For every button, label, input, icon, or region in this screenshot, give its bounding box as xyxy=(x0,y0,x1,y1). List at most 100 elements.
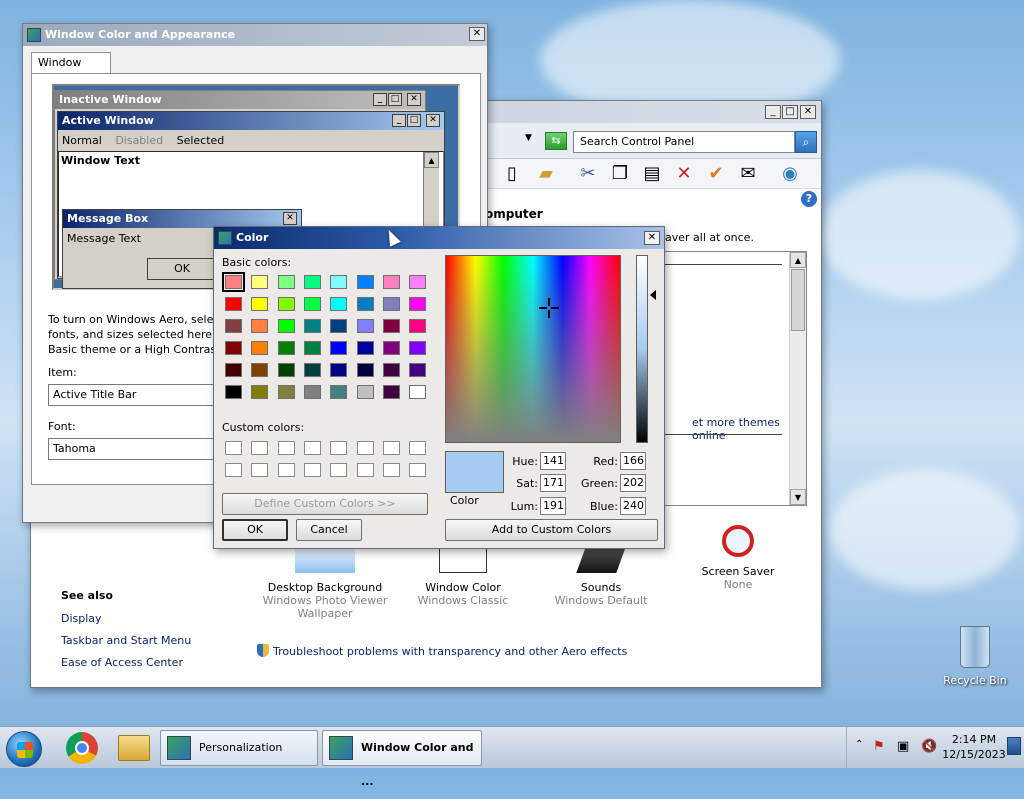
basic-color-swatch[interactable] xyxy=(356,319,374,333)
basic-color-swatch[interactable] xyxy=(251,275,269,289)
theme-list-scrollbar[interactable]: ▲ ▼ xyxy=(789,252,806,505)
basic-color-swatch[interactable] xyxy=(409,341,427,355)
copy-icon[interactable]: ❐ xyxy=(609,163,631,185)
show-desktop-button[interactable] xyxy=(1007,737,1021,755)
basic-color-swatch[interactable] xyxy=(277,297,295,311)
basic-color-swatch[interactable] xyxy=(251,341,269,355)
basic-color-swatch[interactable] xyxy=(303,341,321,355)
basic-color-swatch[interactable] xyxy=(277,275,295,289)
basic-color-swatch[interactable] xyxy=(356,363,374,377)
custom-color-swatch[interactable] xyxy=(409,463,427,477)
custom-color-swatch[interactable] xyxy=(356,463,374,477)
basic-color-swatch[interactable] xyxy=(409,385,427,399)
basic-color-swatch[interactable] xyxy=(222,272,245,292)
network-icon[interactable]: ▣ xyxy=(897,739,909,754)
custom-color-swatch[interactable] xyxy=(382,441,400,455)
volume-muted-icon[interactable]: 🔇 xyxy=(921,739,937,754)
desktop-background-tile[interactable]: Desktop Background Windows Photo Viewer … xyxy=(255,549,395,620)
custom-color-swatch[interactable] xyxy=(303,441,321,455)
cut-icon[interactable]: ✂ xyxy=(577,163,599,185)
basic-color-swatch[interactable] xyxy=(330,385,348,399)
basic-color-swatch[interactable] xyxy=(330,275,348,289)
basic-color-swatch[interactable] xyxy=(303,385,321,399)
custom-color-swatch[interactable] xyxy=(382,463,400,477)
add-to-custom-colors-button[interactable]: Add to Custom Colors xyxy=(445,519,658,541)
basic-color-swatch[interactable] xyxy=(225,319,242,333)
basic-color-swatch[interactable] xyxy=(277,363,295,377)
luminosity-slider[interactable] xyxy=(636,255,648,443)
basic-color-swatch[interactable] xyxy=(330,363,348,377)
basic-color-swatch[interactable] xyxy=(303,297,321,311)
maximize-button[interactable]: □ xyxy=(782,105,798,119)
custom-color-swatch[interactable] xyxy=(251,463,269,477)
lum-field[interactable]: 191 xyxy=(540,497,566,515)
custom-color-swatch[interactable] xyxy=(251,441,269,455)
mail-icon[interactable]: ✉ xyxy=(737,163,759,185)
basic-color-swatch[interactable] xyxy=(225,297,242,311)
delete-icon[interactable]: ✕ xyxy=(673,163,695,185)
red-field[interactable]: 166 xyxy=(620,452,646,470)
basic-color-swatch[interactable] xyxy=(303,319,321,333)
basic-color-swatch[interactable] xyxy=(225,363,242,377)
basic-color-swatch[interactable] xyxy=(277,319,295,333)
start-button[interactable] xyxy=(6,731,42,767)
screen-saver-tile[interactable]: Screen Saver None xyxy=(668,525,808,591)
basic-color-swatch[interactable] xyxy=(251,385,269,399)
search-input[interactable]: Search Control Panel xyxy=(573,131,795,153)
basic-color-swatch[interactable] xyxy=(409,319,427,333)
luminosity-arrow-icon[interactable] xyxy=(650,290,656,300)
recycle-bin[interactable]: Recycle Bin xyxy=(940,626,1010,687)
taskbar-item-window-color[interactable]: Window Color and ... xyxy=(322,730,482,788)
help-icon[interactable]: ? xyxy=(801,191,817,207)
basic-color-swatch[interactable] xyxy=(382,341,400,355)
show-hidden-icons-icon[interactable]: ⌃ xyxy=(855,739,863,750)
display-link[interactable]: Display xyxy=(61,612,191,625)
taskbar-start-menu-link[interactable]: Taskbar and Start Menu xyxy=(61,634,191,647)
explorer-icon[interactable] xyxy=(118,735,150,761)
window-color-tile[interactable]: Window Color Windows Classic xyxy=(393,549,533,607)
basic-color-swatch[interactable] xyxy=(330,319,348,333)
search-button[interactable]: ⌕ xyxy=(795,131,817,153)
basic-color-swatch[interactable] xyxy=(251,319,269,333)
basic-color-swatch[interactable] xyxy=(303,275,321,289)
taskbar-item-personalization[interactable]: Personalization xyxy=(160,730,318,766)
basic-color-swatch[interactable] xyxy=(409,363,427,377)
close-button[interactable]: ✕ xyxy=(644,231,660,245)
basic-color-swatch[interactable] xyxy=(251,297,269,311)
basic-color-swatch[interactable] xyxy=(382,363,400,377)
basic-color-swatch[interactable] xyxy=(356,297,374,311)
sat-field[interactable]: 171 xyxy=(540,474,566,492)
basic-color-swatch[interactable] xyxy=(303,363,321,377)
basic-color-swatch[interactable] xyxy=(409,275,427,289)
basic-color-swatch[interactable] xyxy=(277,341,295,355)
basic-color-swatch[interactable] xyxy=(356,275,374,289)
custom-color-swatch[interactable] xyxy=(277,463,295,477)
custom-color-swatch[interactable] xyxy=(330,441,348,455)
basic-color-swatch[interactable] xyxy=(356,341,374,355)
basic-color-swatch[interactable] xyxy=(277,385,295,399)
green-field[interactable]: 202 xyxy=(620,474,646,492)
basic-color-swatch[interactable] xyxy=(382,319,400,333)
basic-color-swatch[interactable] xyxy=(382,297,400,311)
clock[interactable]: 2:14 PM 12/15/2023 xyxy=(939,732,1009,762)
custom-color-swatch[interactable] xyxy=(356,441,374,455)
chrome-icon[interactable] xyxy=(66,732,98,764)
scroll-up-button[interactable]: ▲ xyxy=(790,252,806,268)
custom-color-swatch[interactable] xyxy=(303,463,321,477)
scroll-down-button[interactable]: ▼ xyxy=(790,489,806,505)
custom-color-swatch[interactable] xyxy=(330,463,348,477)
ease-of-access-link[interactable]: Ease of Access Center xyxy=(61,656,191,669)
custom-color-swatch[interactable] xyxy=(225,463,242,477)
network-icon[interactable]: ◉ xyxy=(779,163,801,185)
paste-icon[interactable]: ▤ xyxy=(641,163,663,185)
document-icon[interactable]: ▯ xyxy=(501,163,523,185)
close-button[interactable]: ✕ xyxy=(800,105,816,119)
action-center-flag-icon[interactable]: ⚑ xyxy=(873,739,885,754)
custom-color-swatch[interactable] xyxy=(277,441,295,455)
basic-color-swatch[interactable] xyxy=(225,341,242,355)
blue-field[interactable]: 240 xyxy=(620,497,646,515)
basic-color-swatch[interactable] xyxy=(409,297,427,311)
folder-check-icon[interactable]: ▰ xyxy=(535,163,557,185)
troubleshoot-link[interactable]: Troubleshoot problems with transparency … xyxy=(257,644,627,658)
address-dropdown-arrow-icon[interactable]: ▼ xyxy=(525,133,532,143)
